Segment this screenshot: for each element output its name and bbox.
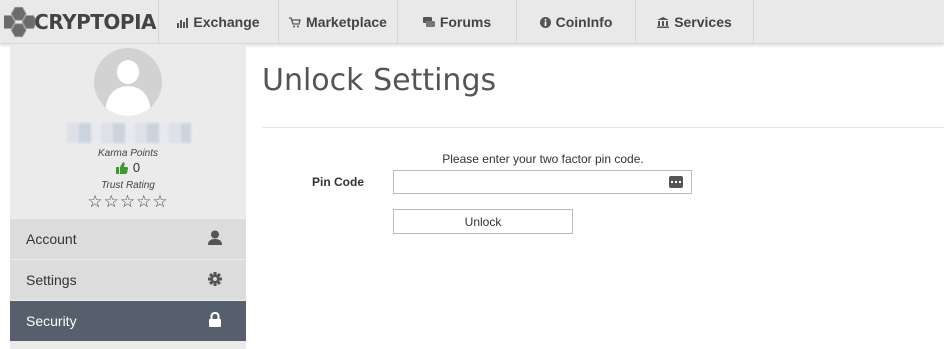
nav-tab-label: Exchange: [193, 14, 260, 30]
page-title: Unlock Settings: [262, 63, 497, 98]
trust-rating-stars: ☆☆☆☆☆: [87, 192, 169, 211]
karma-points-label: Karma Points: [97, 148, 159, 159]
karma-points-value: 0: [132, 160, 141, 175]
nav-tab-marketplace[interactable]: Marketplace: [278, 0, 397, 44]
sidebar-item-label: Account: [26, 231, 77, 247]
pin-code-field[interactable]: [393, 170, 692, 194]
cryptopia-logo[interactable]: CRYPTOPIA: [4, 4, 156, 40]
nav-tab-exchange[interactable]: Exchange: [158, 0, 278, 44]
keyboard-icon[interactable]: [669, 176, 683, 188]
nav-tab-services[interactable]: Services: [635, 0, 754, 44]
sidebar-item-settings[interactable]: Settings: [10, 260, 246, 300]
pin-code-input[interactable]: [394, 171, 664, 193]
trust-rating-label: Trust Rating: [101, 180, 155, 191]
sidebar-item-account[interactable]: Account: [10, 219, 246, 259]
username-redacted: [67, 123, 191, 143]
gear-icon: [208, 272, 222, 286]
profile-sidebar: Karma Points 0 Trust Rating ☆☆☆☆☆ Accoun…: [10, 44, 246, 349]
chat-icon: [422, 16, 435, 27]
lock-icon: [209, 312, 221, 327]
unlock-button[interactable]: Unlock: [393, 209, 573, 234]
nav-tab-coininfo[interactable]: CoinInfo: [516, 0, 635, 44]
pin-code-label: Pin Code: [312, 175, 365, 189]
brand-name: CRYPTOPIA: [34, 10, 156, 34]
nav-tab-label: Marketplace: [306, 14, 387, 30]
main-nav-tabs: Exchange Marketplace Forums CoinInfo Ser…: [158, 0, 754, 44]
nav-tab-forums[interactable]: Forums: [397, 0, 516, 44]
karma-points: 0: [10, 160, 246, 175]
thumbs-up-icon: [115, 161, 128, 174]
title-divider: [262, 127, 944, 128]
sidebar-item-label: Settings: [26, 272, 77, 288]
cart-icon: [289, 16, 301, 27]
top-navbar: CRYPTOPIA Exchange Marketplace Forums Co…: [0, 0, 944, 44]
avatar: [94, 48, 162, 116]
sidebar-item-security[interactable]: Security: [10, 301, 246, 341]
sidebar-item-label: Security: [26, 313, 77, 329]
nav-tab-label: Services: [674, 14, 732, 30]
info-icon: [539, 16, 551, 28]
bank-icon: [657, 16, 670, 28]
nav-tab-label: CoinInfo: [555, 14, 613, 30]
bar-chart-icon: [177, 17, 189, 28]
nav-tab-label: Forums: [439, 14, 492, 30]
user-icon: [208, 230, 222, 245]
pin-instruction: Please enter your two factor pin code.: [442, 152, 644, 166]
